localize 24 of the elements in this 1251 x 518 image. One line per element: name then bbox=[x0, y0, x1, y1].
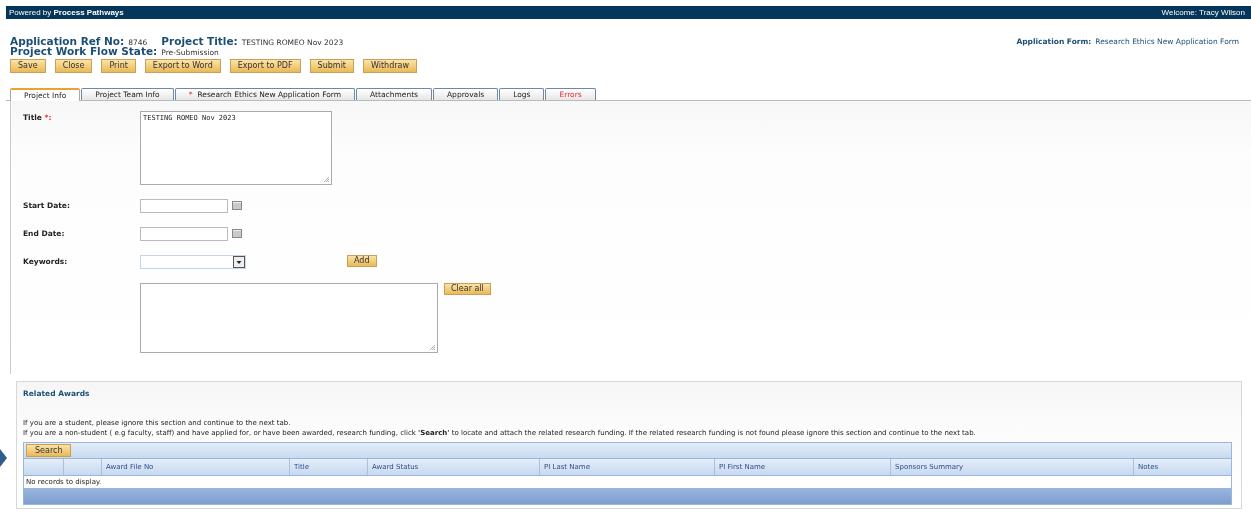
keyword-list[interactable] bbox=[140, 283, 438, 353]
welcome-text: Welcome: Tracy Wilson bbox=[1161, 8, 1245, 17]
date-field[interactable] bbox=[140, 199, 228, 213]
keyword-combo-field[interactable] bbox=[140, 255, 246, 269]
dropdown-icon[interactable] bbox=[233, 256, 245, 268]
calendar-icon[interactable] bbox=[232, 201, 242, 210]
resize-grip-icon[interactable] bbox=[429, 344, 436, 351]
add-button[interactable]: Add bbox=[347, 255, 377, 267]
toolbar-button[interactable]: Close bbox=[54, 59, 93, 73]
arrow-icon bbox=[0, 449, 7, 467]
date-field[interactable] bbox=[140, 227, 228, 241]
toolbar-button[interactable]: Submit bbox=[309, 59, 354, 73]
search-button[interactable]: Search bbox=[26, 444, 72, 457]
powered-by-text: Powered by Process Pathways bbox=[9, 8, 124, 17]
calendar-icon[interactable] bbox=[232, 229, 242, 238]
toolbar-button[interactable]: Print bbox=[101, 59, 136, 73]
toolbar-button[interactable]: Export to Word bbox=[144, 59, 221, 73]
clear-all-button[interactable]: Clear all bbox=[444, 283, 491, 295]
toolbar-button[interactable]: Save bbox=[10, 59, 46, 73]
resize-grip-icon[interactable] bbox=[323, 176, 330, 183]
toolbar-button[interactable]: Withdraw bbox=[363, 59, 417, 73]
field-label: Project Title: bbox=[161, 35, 238, 47]
toolbar-button[interactable]: Export to PDF bbox=[229, 59, 301, 73]
field-label: Application Ref No: bbox=[10, 35, 125, 47]
